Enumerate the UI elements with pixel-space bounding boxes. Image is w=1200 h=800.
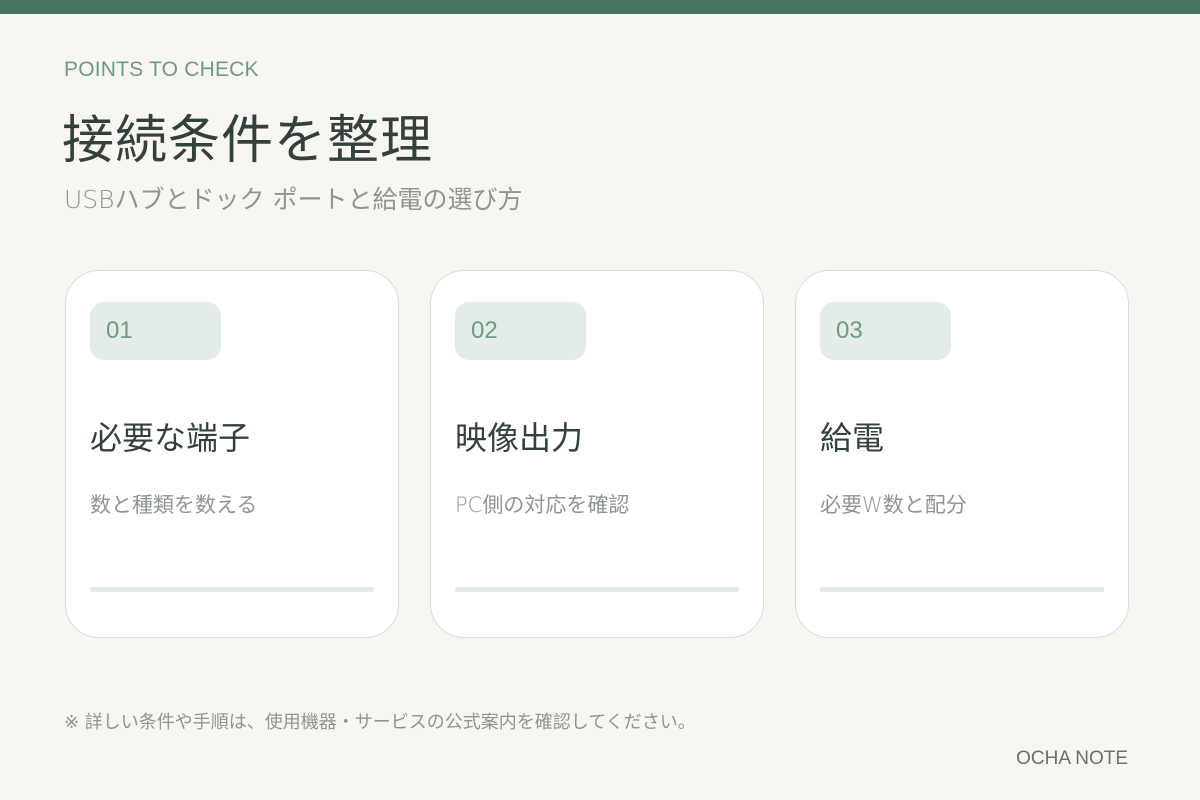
page-title: 接続条件を整理 <box>62 111 434 171</box>
card-description: PC側の対応を確認 <box>455 493 630 517</box>
top-accent-bar <box>0 0 1200 14</box>
checkpoint-card-3: 03 給電 必要W数と配分 <box>795 270 1129 638</box>
card-divider <box>90 587 374 592</box>
checkpoint-card-2: 02 映像出力 PC側の対応を確認 <box>430 270 764 638</box>
card-description: 必要W数と配分 <box>820 493 967 517</box>
checkpoint-cards: 01 必要な端子 数と種類を数える 02 映像出力 PC側の対応を確認 03 給… <box>65 270 1131 640</box>
brand-label: OCHA NOTE <box>1016 748 1128 769</box>
card-number-badge: 03 <box>820 302 951 360</box>
card-title: 必要な端子 <box>90 419 251 457</box>
card-number-badge: 02 <box>455 302 586 360</box>
card-title: 給電 <box>820 419 885 457</box>
card-divider <box>455 587 739 592</box>
card-title: 映像出力 <box>455 419 584 457</box>
checkpoint-card-1: 01 必要な端子 数と種類を数える <box>65 270 399 638</box>
card-number-badge: 01 <box>90 302 221 360</box>
card-divider <box>820 587 1104 592</box>
page-subtitle: USBハブとドック ポートと給電の選び方 <box>64 185 523 214</box>
section-eyebrow: POINTS TO CHECK <box>64 58 259 81</box>
footnote: ※ 詳しい条件や手順は、使用機器・サービスの公式案内を確認してください。 <box>64 712 696 733</box>
card-description: 数と種類を数える <box>90 493 258 517</box>
